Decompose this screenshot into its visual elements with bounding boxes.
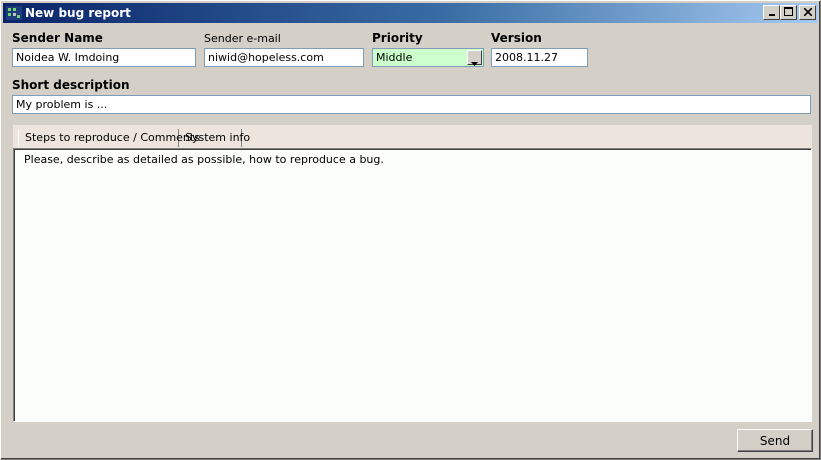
minimize-button[interactable]: [763, 5, 780, 20]
priority-select[interactable]: Middle: [372, 48, 484, 67]
tab-steps-to-reproduce[interactable]: Steps to reproduce / Comments: [18, 129, 200, 147]
title-bar[interactable]: New bug report: [3, 3, 818, 23]
sender-email-field[interactable]: niwid@hopeless.com: [204, 48, 364, 67]
version-label: Version: [491, 31, 542, 45]
details-text: Please, describe as detailed as possible…: [24, 153, 384, 166]
close-button[interactable]: [799, 5, 816, 20]
chevron-down-icon: [471, 56, 478, 66]
sender-email-label: Sender e-mail: [204, 32, 281, 45]
tab-strip: Steps to reproduce / Comments System inf…: [13, 125, 812, 148]
short-description-label: Short description: [12, 78, 130, 92]
minimize-icon: [768, 6, 776, 19]
priority-label: Priority: [372, 31, 423, 45]
send-button[interactable]: Send: [737, 429, 813, 452]
priority-selected-value: Middle: [376, 51, 413, 64]
close-icon: [802, 6, 813, 19]
maximize-icon: [784, 6, 793, 19]
short-description-field[interactable]: My problem is ...: [12, 95, 811, 114]
version-field[interactable]: 2008.11.27: [491, 48, 588, 67]
sender-name-label: Sender Name: [12, 31, 103, 45]
tab-system-info[interactable]: System info: [179, 129, 250, 147]
steps-to-reproduce-textarea[interactable]: Please, describe as detailed as possible…: [13, 148, 812, 422]
sender-name-field[interactable]: Noidea W. Imdoing: [12, 48, 196, 67]
priority-dropdown-button[interactable]: [467, 50, 482, 66]
bug-report-app-icon: [6, 6, 22, 20]
maximize-button[interactable]: [780, 5, 797, 20]
window-title: New bug report: [25, 6, 131, 20]
bug-report-window: New bug report Sender Name Sender e-mail…: [0, 0, 821, 460]
